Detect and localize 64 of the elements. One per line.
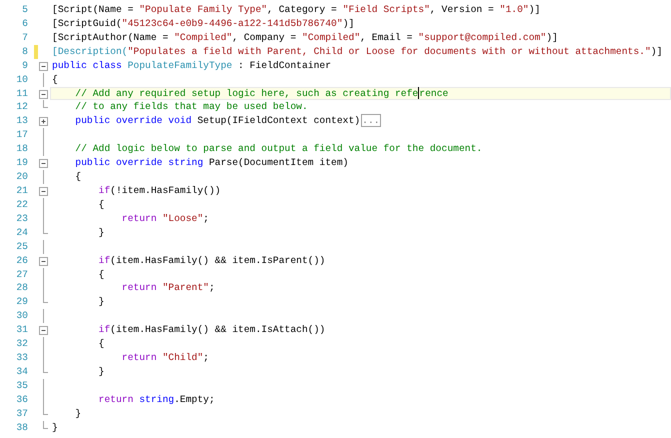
code-line: }	[98, 364, 106, 379]
line-number: 31	[15, 323, 28, 338]
line-number: 17	[15, 128, 28, 142]
code-line: return "Parent";	[120, 281, 216, 296]
line-number: 28	[15, 281, 28, 296]
line-number: 29	[15, 295, 28, 310]
code-line: return "Child";	[120, 351, 210, 365]
line-number: 5	[21, 3, 28, 17]
line-number: 30	[15, 309, 28, 324]
line-number: 23	[15, 212, 28, 226]
line-number: 10	[15, 72, 28, 87]
code-line: public override string Parse(DocumentItem item)	[74, 156, 350, 170]
line-number: 21	[15, 184, 28, 198]
code-line: {	[98, 198, 106, 212]
line-number: 25	[15, 240, 28, 254]
line-number: 34	[15, 364, 28, 379]
expand-icon[interactable]	[39, 117, 48, 126]
line-number: 13	[15, 114, 28, 128]
collapse-icon[interactable]	[39, 326, 48, 336]
code-line: public override void Setup(IFieldContext context) ...	[74, 114, 382, 128]
code-line: return string.Empty;	[98, 392, 216, 407]
code-line: {	[98, 268, 106, 282]
line-number: 7	[21, 30, 28, 45]
code-line: if(item.HasFamily() && item.IsParent())	[98, 254, 326, 268]
line-number: 37	[15, 406, 28, 421]
line-number: 12	[15, 100, 28, 114]
line-number: 35	[15, 378, 28, 393]
code-line: [ScriptGuid("45123c64-e0b9-4496-a122-141d5b786740")]	[51, 16, 356, 31]
line-number: 27	[15, 268, 28, 282]
line-number: 32	[15, 337, 28, 352]
collapse-icon[interactable]	[39, 159, 48, 168]
code-line: public class PopulateFamilyType : FieldContainer	[51, 58, 332, 73]
collapse-icon[interactable]	[39, 90, 48, 99]
collapse-icon[interactable]	[39, 186, 48, 196]
code-line: {	[51, 72, 59, 87]
line-number: 36	[15, 392, 28, 407]
code-line: {	[98, 337, 106, 352]
code-line: // to any fields that may be used below.	[74, 100, 309, 114]
line-number: 8	[21, 44, 28, 59]
code-line: }	[98, 226, 106, 240]
code-line: }	[51, 420, 59, 435]
code-line: {	[74, 170, 82, 184]
line-number: 22	[15, 198, 28, 212]
code-line: }	[74, 406, 82, 421]
code-line: [Script(Name = "Populate Family Type", Category = "Field Scripts", Version = "1.0")]	[51, 3, 542, 17]
line-number: 20	[15, 170, 28, 184]
line-number: 26	[15, 254, 28, 268]
line-number: 6	[21, 16, 28, 31]
line-number: 38	[15, 420, 28, 435]
collapse-icon[interactable]	[39, 256, 48, 266]
line-number: 24	[15, 226, 28, 240]
code-line: // Add logic below to parse and output a field value for the document.	[74, 142, 484, 156]
code-line: }	[98, 295, 106, 310]
line-number: 19	[15, 156, 28, 170]
code-line: if(item.HasFamily() && item.IsAttach())	[98, 323, 326, 338]
code-line: if(!item.HasFamily())	[98, 184, 222, 198]
line-number: 33	[15, 351, 28, 365]
code-line: [ScriptAuthor(Name = "Compiled", Company = "Compiled", Email = "support@compiled.com")]	[51, 30, 559, 45]
line-number: 9	[21, 58, 28, 73]
line-number: 18	[15, 142, 28, 156]
code-line: return "Loose";	[120, 212, 210, 226]
collapse-icon[interactable]	[39, 62, 48, 71]
line-number: 11	[15, 86, 28, 100]
code-line: [Description("Populates a field with Parent, Child or Loose for documents with or without attachments.")]	[51, 44, 664, 59]
